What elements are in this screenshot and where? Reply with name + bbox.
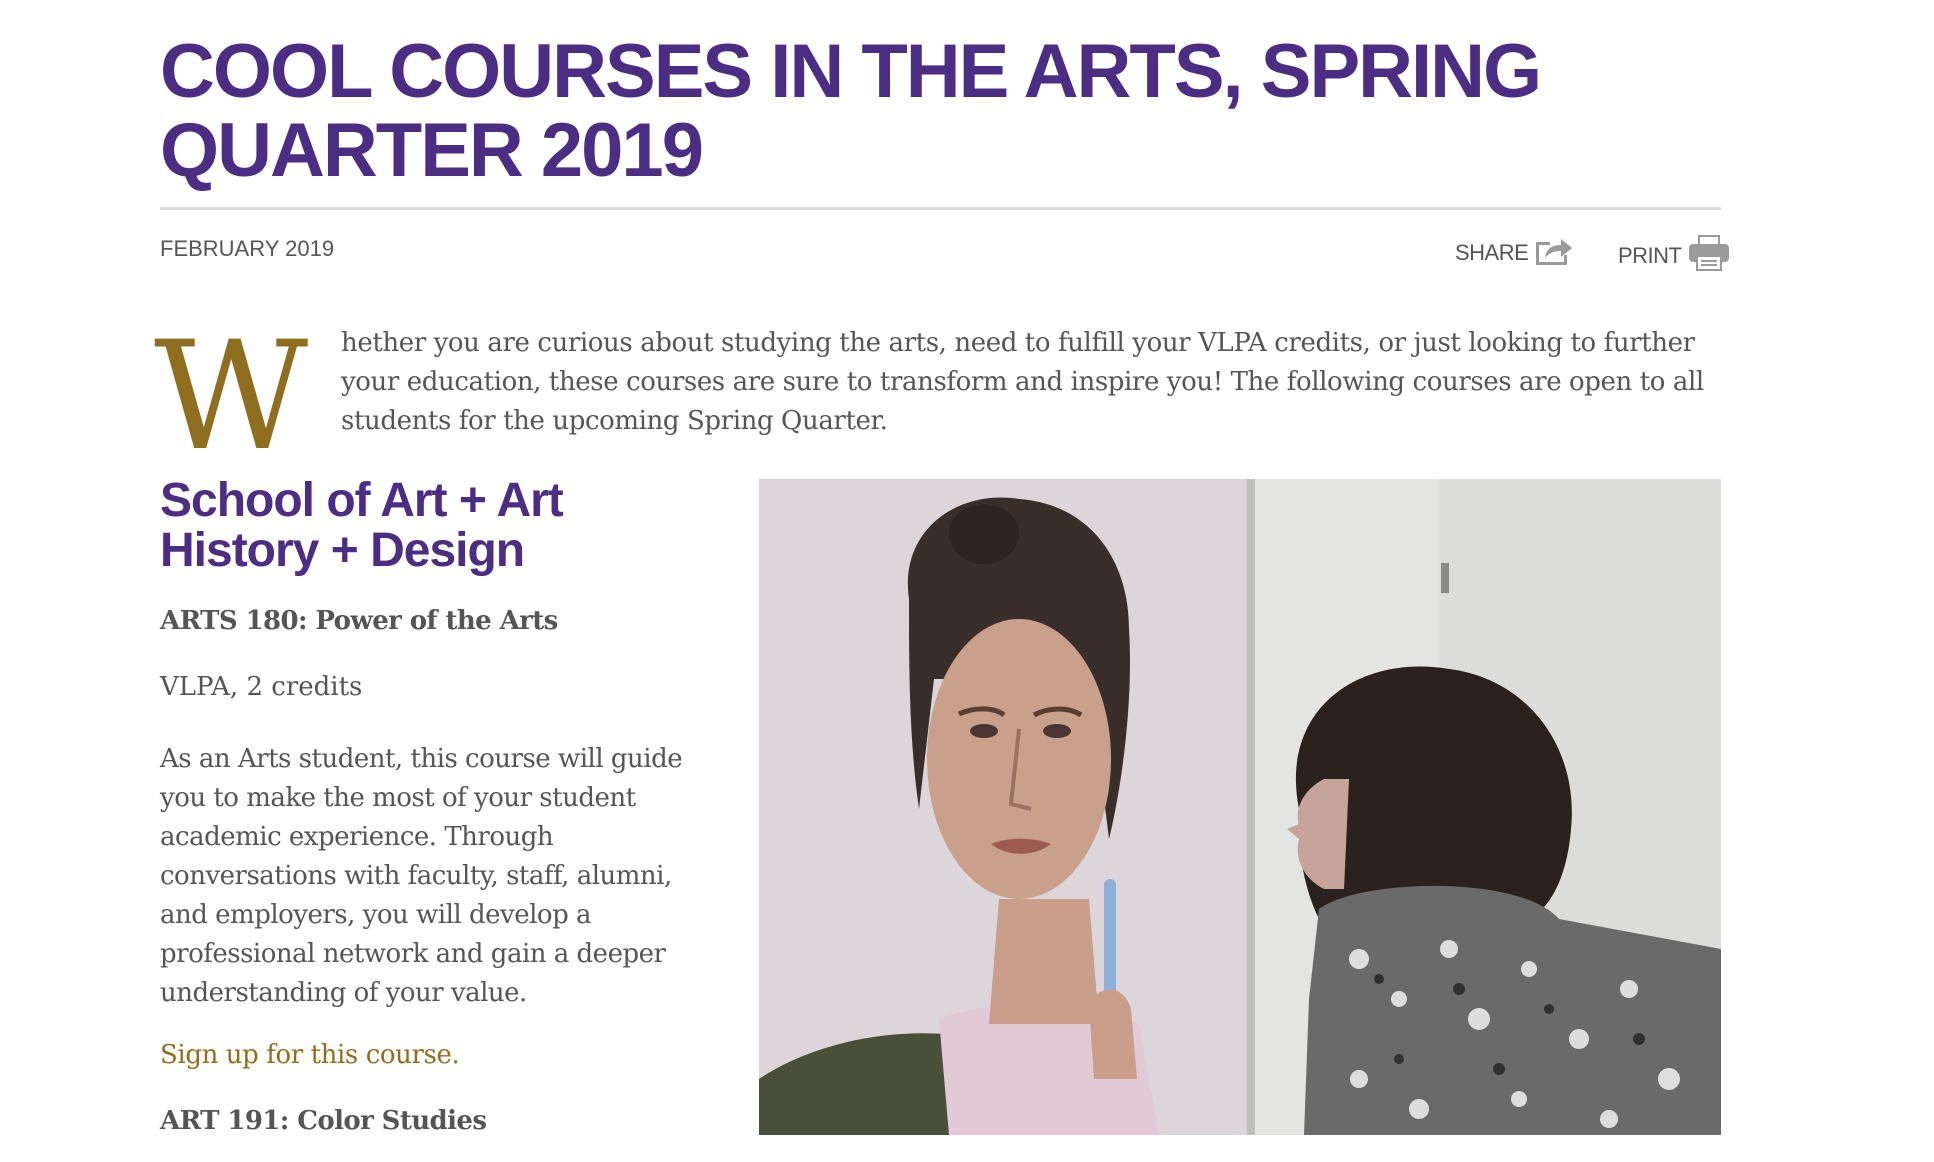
share-button[interactable]: SHARE [1455, 234, 1574, 272]
course-credits: VLPA, 2 credits [160, 672, 363, 702]
intro-paragraph: hether you are curious about studying th… [341, 328, 1704, 436]
article-photo [759, 479, 1721, 1135]
photo-illustration [759, 479, 1721, 1135]
publish-date: FEBRUARY 2019 [160, 236, 335, 261]
print-button[interactable]: PRINT [1618, 234, 1730, 278]
signup-link[interactable]: Sign up for this course. [160, 1040, 460, 1070]
page-title: COOL COURSES IN THE ARTS, SPRING QUARTER… [160, 29, 1542, 193]
article: COOL COURSES IN THE ARTS, SPRING QUARTER… [154, 0, 1729, 1136]
section-heading: School of Art + Art History + Design [160, 474, 564, 577]
share-icon [1534, 234, 1574, 272]
print-label: PRINT [1618, 243, 1682, 268]
printer-icon [1688, 234, 1730, 278]
title-divider [160, 207, 1721, 210]
course-description: As an Arts student, this course will gui… [160, 744, 683, 1008]
drop-cap: W [154, 310, 309, 484]
article-meta-bar: FEBRUARY 2019 SHARE PRINT [160, 234, 1729, 271]
course-title: ARTS 180: Power of the Arts [160, 606, 558, 636]
share-label: SHARE [1455, 240, 1529, 265]
course-title-next: ART 191: Color Studies [160, 1106, 487, 1136]
